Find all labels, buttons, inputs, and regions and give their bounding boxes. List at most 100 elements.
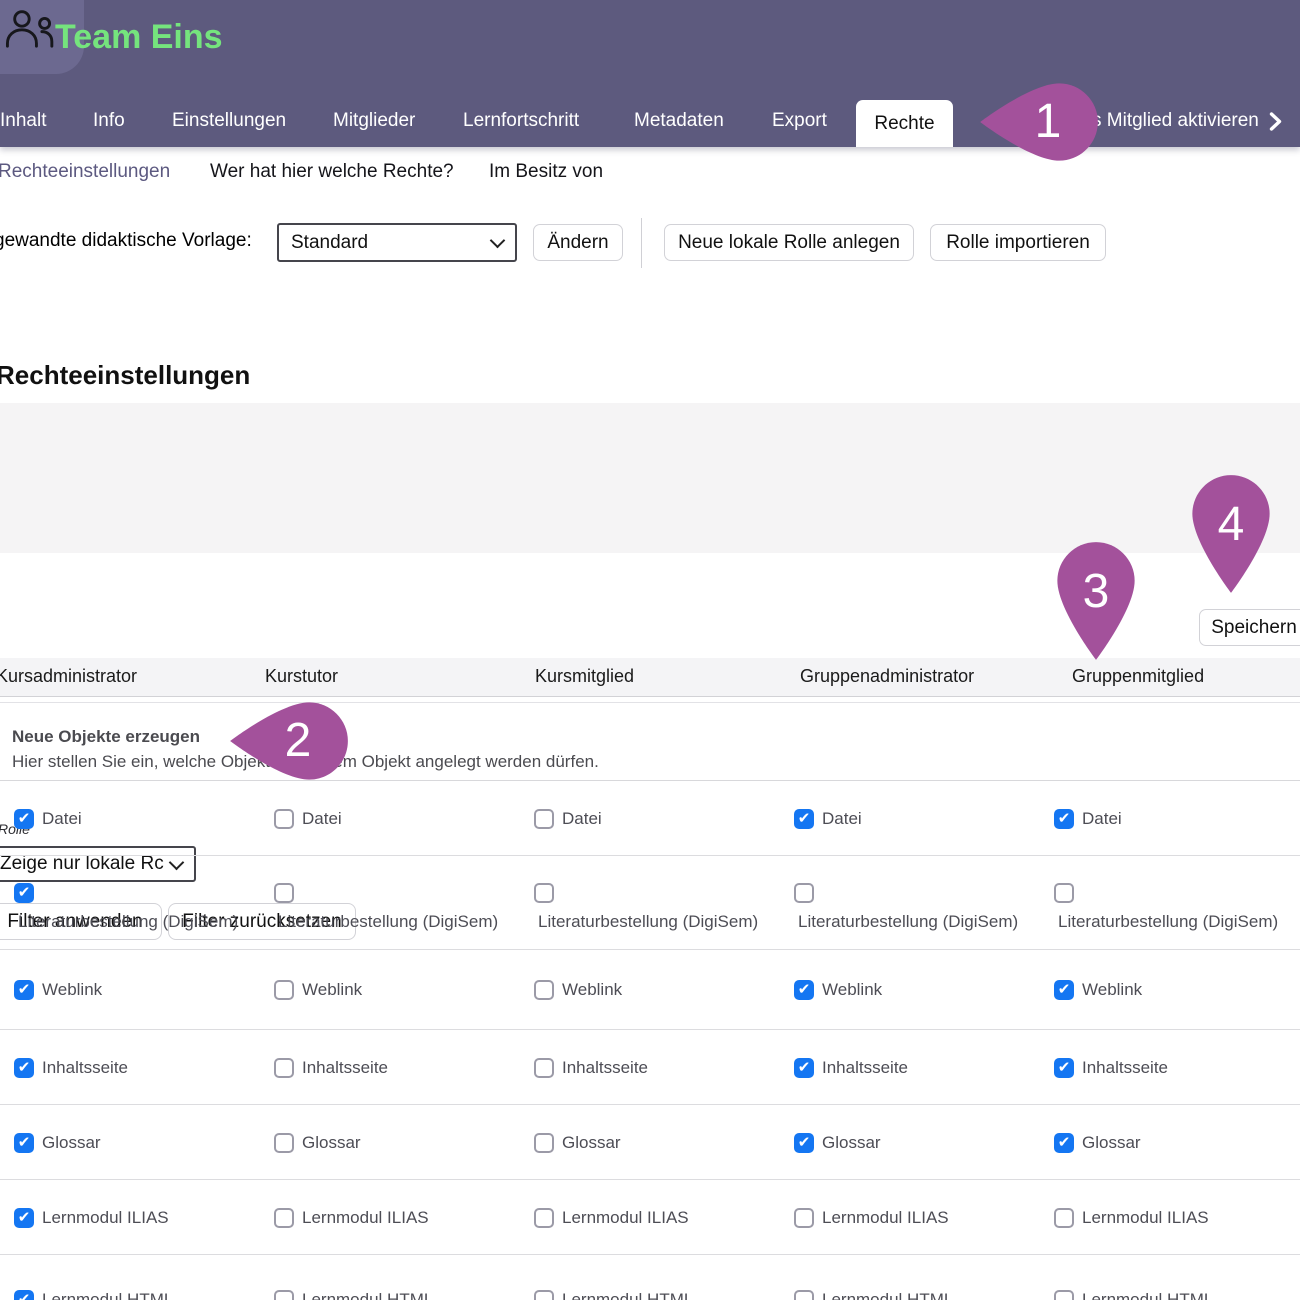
tab-rechte-active[interactable]: Rechte	[856, 100, 953, 147]
permission-checkbox[interactable]: ✔	[1054, 1058, 1074, 1078]
page-title: Team Eins	[55, 18, 223, 57]
permission-label: Weblink	[42, 980, 102, 1000]
permission-checkbox[interactable]	[534, 1290, 554, 1300]
permission-checkbox[interactable]: ✔	[794, 980, 814, 1000]
permission-checkbox[interactable]	[534, 809, 554, 829]
permission-label: Weblink	[822, 980, 882, 1000]
permission-label: Glossar	[302, 1133, 361, 1153]
permission-label: Literaturbestellung (DigiSem)	[278, 912, 498, 932]
subtab-3[interactable]: Im Besitz von	[489, 161, 603, 183]
permission-label: Lernmodul HTML	[42, 1290, 173, 1300]
permission-label: Lernmodul HTML	[562, 1290, 693, 1300]
permission-checkbox[interactable]: ✔	[1054, 809, 1074, 829]
permission-label: Lernmodul ILIAS	[822, 1208, 949, 1228]
permissions-page: Team Eins Inhalt Info Einstellungen Mitglie…	[0, 0, 1300, 1300]
permission-cell: Datei	[534, 782, 602, 855]
permission-row: ✔ Weblink Weblink Weblink ✔ Weblink ✔ Weblink	[0, 951, 1300, 1030]
permission-checkbox[interactable]	[274, 1058, 294, 1078]
subtab-2[interactable]: Wer hat hier welche Rechte?	[210, 161, 454, 183]
permission-checkbox[interactable]	[274, 980, 294, 1000]
tab-inhalt[interactable]: Inhalt	[0, 110, 46, 132]
didactic-template-select[interactable]: Standard	[277, 223, 517, 262]
new-objects-section: Neue Objekte erzeugen Hier stellen Sie e…	[0, 702, 1300, 781]
permission-label: Lernmodul HTML	[302, 1290, 433, 1300]
didactic-template-selected-value: Standard	[291, 232, 368, 254]
toolbar-divider	[641, 218, 642, 268]
permission-cell: Lernmodul HTML	[534, 1256, 693, 1300]
tab-metadaten[interactable]: Metadaten	[634, 110, 724, 132]
permission-row: ✔GlossarGlossarGlossar✔Glossar✔Glossar	[0, 1106, 1300, 1180]
permission-cell: Weblink	[274, 951, 362, 1029]
permission-checkbox[interactable]	[534, 883, 554, 903]
permission-checkbox[interactable]	[274, 1290, 294, 1300]
permission-label: Inhaltsseite	[1082, 1058, 1168, 1078]
permission-cell: ✔ Glossar	[794, 1106, 881, 1179]
permission-checkbox[interactable]	[794, 1208, 814, 1228]
permission-cell: Literaturbestellung (DigiSem)	[794, 883, 1018, 932]
tab-export[interactable]: Export	[772, 110, 827, 132]
permission-checkbox[interactable]	[274, 1208, 294, 1228]
permission-checkbox[interactable]: ✔	[794, 809, 814, 829]
permission-cell: ✔ Weblink	[794, 951, 882, 1029]
create-local-role-button[interactable]: Neue lokale Rolle anlegen	[664, 224, 914, 261]
permission-checkbox[interactable]: ✔	[1054, 980, 1074, 1000]
permission-checkbox[interactable]: ✔	[14, 1058, 34, 1078]
permission-cell: Lernmodul HTML	[794, 1256, 953, 1300]
tab-mitglieder[interactable]: Mitglieder	[333, 110, 415, 132]
subtab-1[interactable]: Rechteeinstellungen	[0, 161, 170, 183]
filter-panel: Rolle Zeige nur lokale Rc Filter anwende…	[0, 403, 1300, 553]
permission-checkbox[interactable]	[274, 883, 294, 903]
permission-label: Weblink	[302, 980, 362, 1000]
permission-label: Weblink	[1082, 980, 1142, 1000]
permission-checkbox[interactable]: ✔	[794, 1133, 814, 1153]
tab-lernfortschritt[interactable]: Lernfortschritt	[463, 110, 579, 132]
permission-checkbox[interactable]: ✔	[14, 980, 34, 1000]
permission-checkbox[interactable]: ✔	[14, 1208, 34, 1228]
tab-info[interactable]: Info	[93, 110, 125, 132]
change-template-button[interactable]: Ändern	[533, 224, 623, 261]
permission-checkbox[interactable]	[274, 1133, 294, 1153]
permission-label: Inhaltsseite	[822, 1058, 908, 1078]
permission-label: Datei	[42, 809, 82, 829]
permission-label: Weblink	[562, 980, 622, 1000]
didactic-template-label: gewandte didaktische Vorlage:	[0, 230, 252, 252]
permission-label: Lernmodul ILIAS	[42, 1208, 169, 1228]
permission-checkbox[interactable]	[1054, 1208, 1074, 1228]
permission-checkbox[interactable]: ✔	[14, 1290, 34, 1300]
tab-als-mitglied-aktivieren[interactable]: s Mitglied aktivieren	[1092, 110, 1282, 132]
permission-checkbox[interactable]: ✔	[14, 809, 34, 829]
role-column-header: Gruppenmitglied	[1072, 666, 1204, 687]
chevron-right-icon	[1269, 112, 1282, 131]
permission-checkbox[interactable]	[534, 1058, 554, 1078]
tab-einstellungen[interactable]: Einstellungen	[172, 110, 286, 132]
permission-cell: ✔ Glossar	[14, 1106, 101, 1179]
permission-checkbox[interactable]	[794, 883, 814, 903]
permission-cell: Literaturbestellung (DigiSem)	[1054, 883, 1278, 932]
permission-cell: Glossar	[274, 1106, 361, 1179]
permission-cell: Lernmodul ILIAS	[274, 1181, 429, 1254]
permission-label: Inhaltsseite	[562, 1058, 648, 1078]
top-bar: Team Eins Inhalt Info Einstellungen Mitglie…	[0, 0, 1300, 147]
permission-checkbox[interactable]	[274, 809, 294, 829]
permission-checkbox[interactable]: ✔	[1054, 1133, 1074, 1153]
permission-checkbox[interactable]: ✔	[14, 883, 34, 903]
permission-row: ✔DateiDateiDatei✔Datei✔Datei	[0, 782, 1300, 856]
permission-checkbox[interactable]	[794, 1290, 814, 1300]
permission-checkbox[interactable]: ✔	[14, 1133, 34, 1153]
save-button[interactable]: Speichern	[1199, 609, 1300, 646]
permission-label: Datei	[1082, 809, 1122, 829]
permission-checkbox[interactable]: ✔	[794, 1058, 814, 1078]
import-role-button[interactable]: Rolle importieren	[930, 224, 1106, 261]
permission-row: ✔ Lernmodul ILIAS Lernmodul ILIAS Lernmodul…	[0, 1181, 1300, 1255]
annotation-marker-3-number: 3	[1076, 566, 1116, 618]
permission-label: Glossar	[822, 1133, 881, 1153]
permission-checkbox[interactable]	[534, 980, 554, 1000]
permission-cell: ✔Glossar	[1054, 1106, 1141, 1179]
permission-checkbox[interactable]	[1054, 1290, 1074, 1300]
permission-label: Glossar	[42, 1133, 101, 1153]
permission-checkbox[interactable]	[534, 1208, 554, 1228]
permission-label: Literaturbestellung (DigiSem)	[18, 912, 238, 932]
permission-checkbox[interactable]	[1054, 883, 1074, 903]
permission-checkbox[interactable]	[534, 1133, 554, 1153]
role-column-header: Kursadministrator	[0, 666, 137, 687]
